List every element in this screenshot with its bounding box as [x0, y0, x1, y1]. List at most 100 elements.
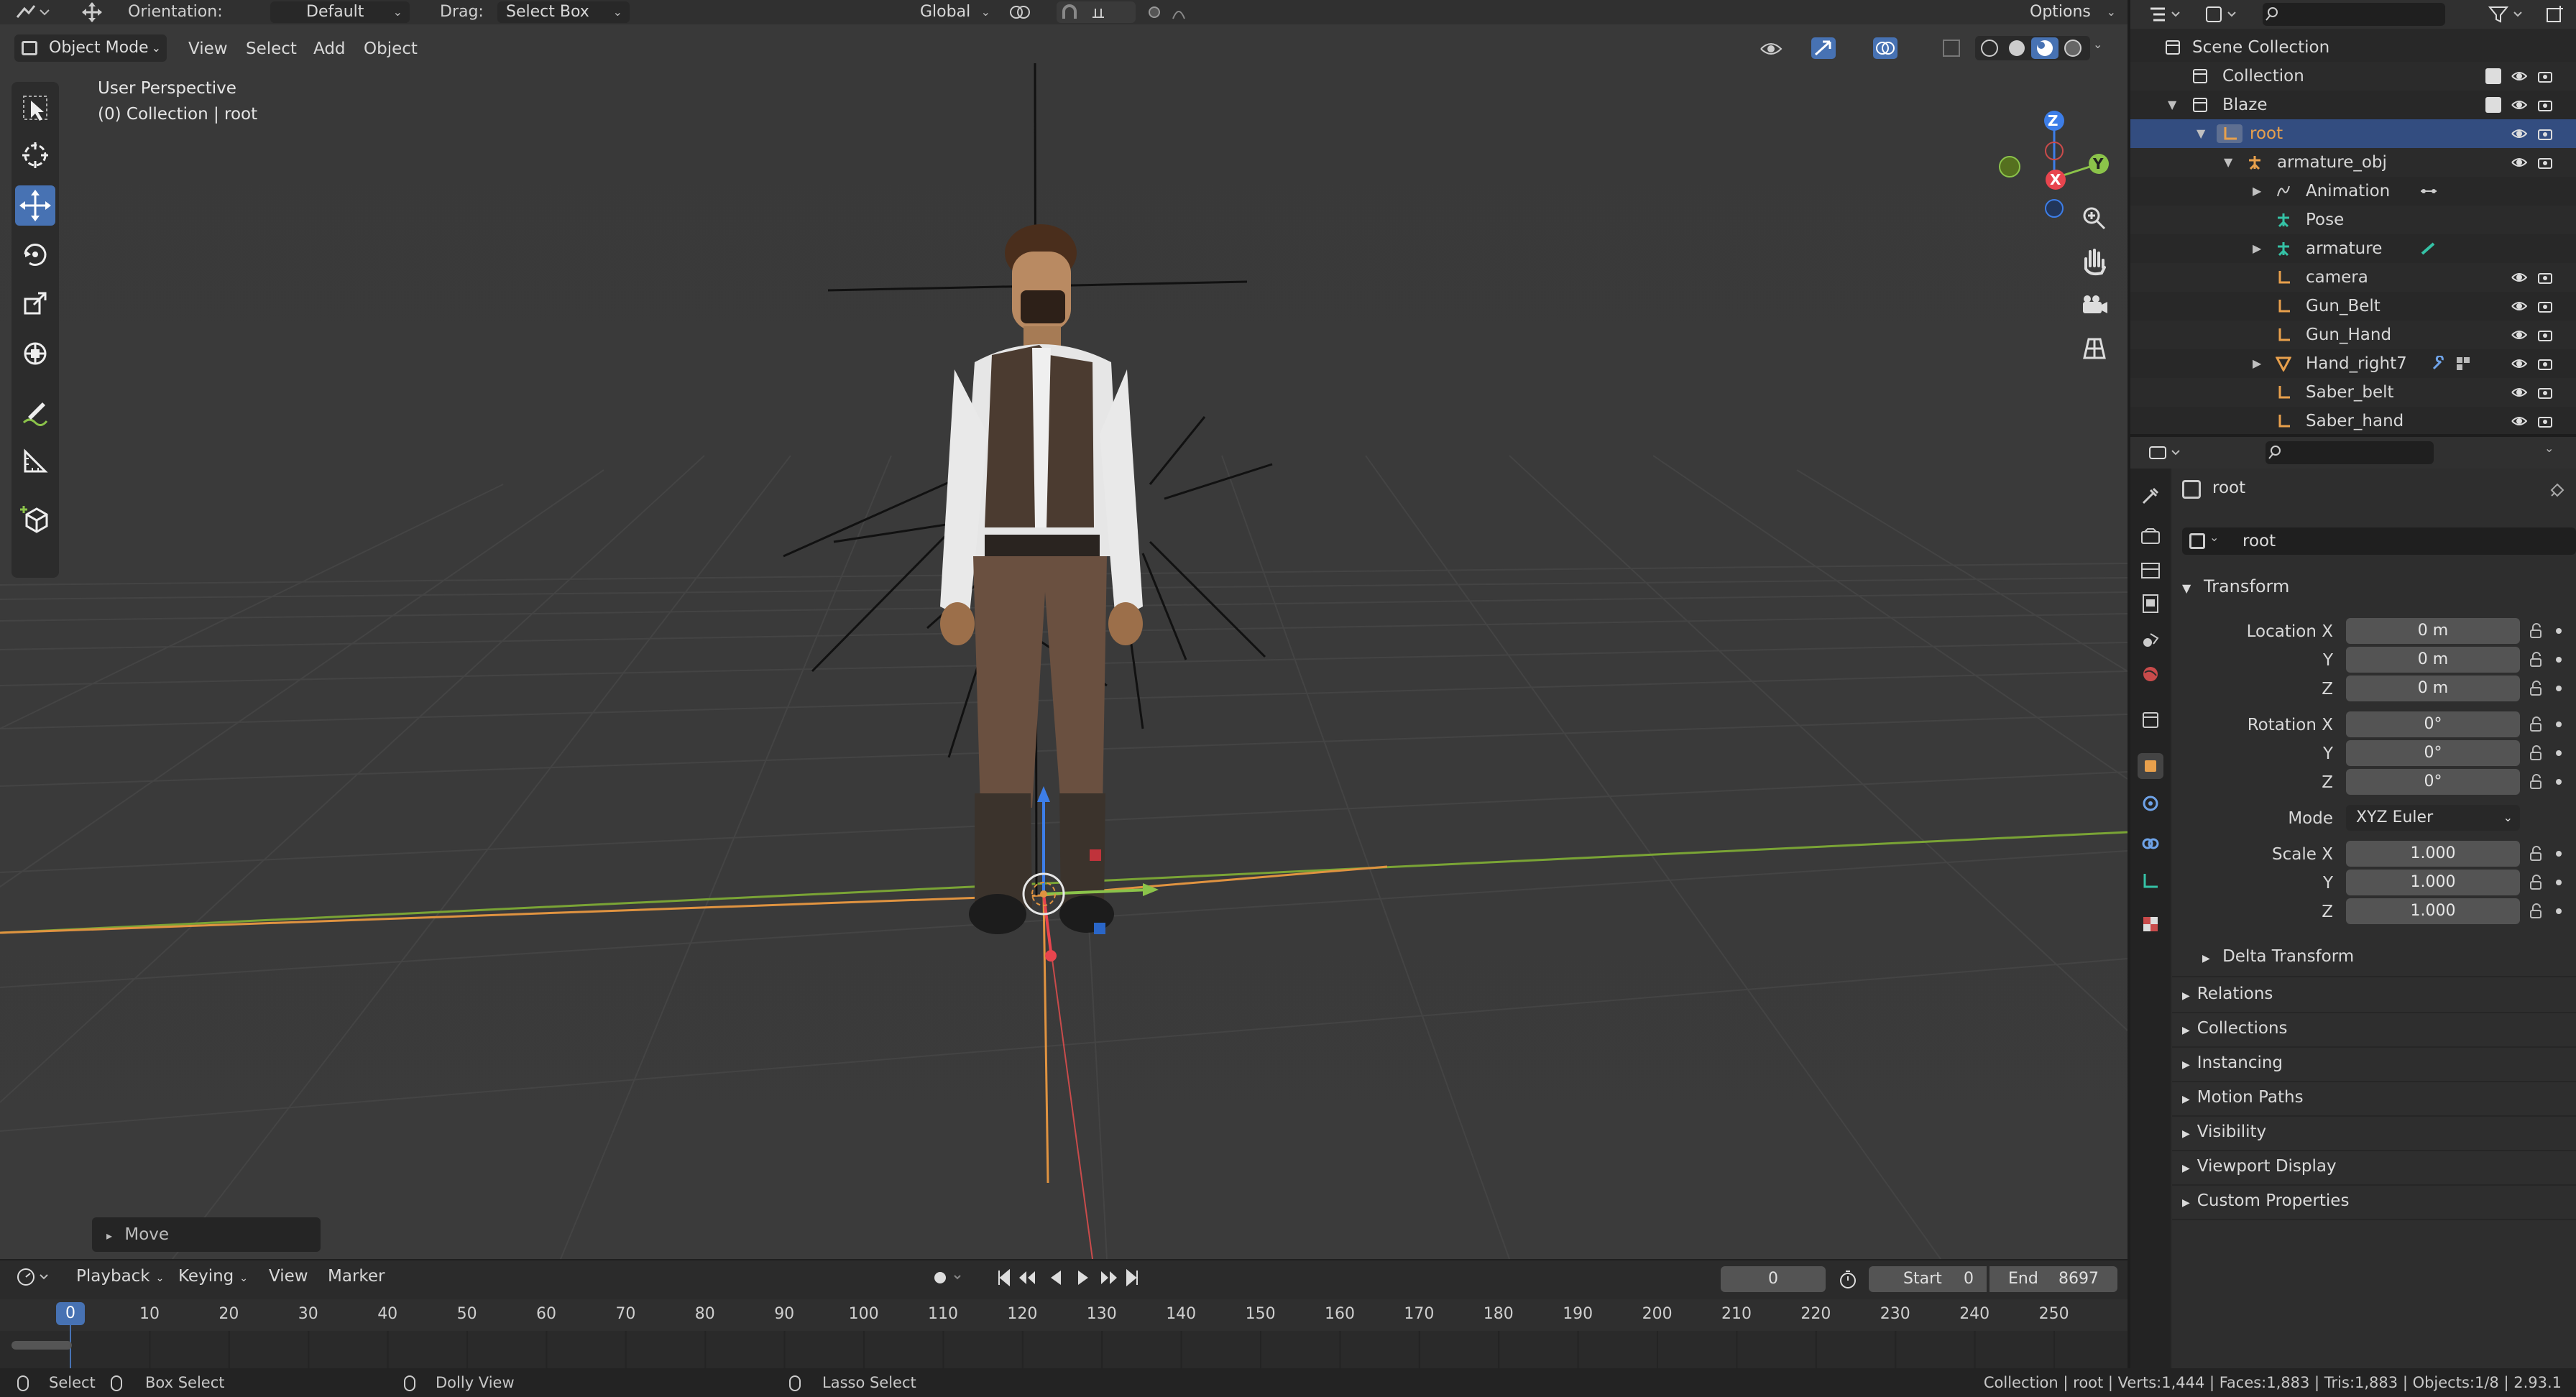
view-layer-tab-icon[interactable]	[2138, 591, 2163, 617]
rotation-mode-dropdown[interactable]: XYZ Euler ⌄	[2346, 805, 2520, 831]
keyframe-dot-icon[interactable]	[2556, 721, 2562, 727]
annotate-tool[interactable]	[15, 392, 55, 433]
render-camera-icon[interactable]	[2537, 68, 2553, 84]
select-box-tool[interactable]	[15, 88, 55, 128]
timeline-scrollbar[interactable]	[12, 1341, 72, 1350]
section-header-custom-properties[interactable]: ▶ Custom Properties	[2182, 1191, 2349, 1210]
keyframe-dot-icon[interactable]	[2556, 657, 2562, 663]
rotation-z-field[interactable]: 0°	[2346, 769, 2520, 795]
checkbox-icon[interactable]	[2485, 68, 2501, 84]
lock-icon[interactable]	[2529, 744, 2546, 762]
eye-icon[interactable]	[2511, 126, 2527, 142]
visibility-icon[interactable]	[1758, 37, 1798, 60]
timeline-view-menu[interactable]: View	[269, 1260, 308, 1292]
transform-panel-header[interactable]: ▼ Transform	[2182, 576, 2289, 596]
playback-menu[interactable]: Playback ⌄	[76, 1260, 164, 1294]
outliner-row-gun-belt[interactable]: Gun_Belt	[2130, 292, 2576, 321]
keyframe-dot-icon[interactable]	[2556, 880, 2562, 885]
scale-tool[interactable]	[15, 283, 55, 323]
eye-icon[interactable]	[2511, 269, 2527, 285]
measure-tool[interactable]	[15, 441, 55, 481]
filter-icon[interactable]	[2485, 3, 2529, 26]
section-header-motion-paths[interactable]: ▶ Motion Paths	[2182, 1088, 2304, 1107]
move-tool[interactable]	[15, 185, 55, 226]
object-mode-dropdown[interactable]: Object Mode ⌄	[14, 34, 167, 62]
datablock-selector[interactable]: ⌄ root	[2182, 527, 2576, 555]
keying-menu[interactable]: Keying ⌄	[178, 1260, 248, 1294]
outliner-row-animation[interactable]: ▶ Animation	[2130, 177, 2576, 206]
location-x-field[interactable]: 0 m	[2346, 618, 2520, 644]
eye-icon[interactable]	[2511, 413, 2527, 429]
outliner-row-gun-hand[interactable]: Gun_Hand	[2130, 321, 2576, 349]
outliner-editor-type-icon[interactable]	[2148, 3, 2188, 26]
render-camera-icon[interactable]	[2537, 356, 2553, 372]
timeline-editor-type-icon[interactable]	[16, 1266, 56, 1288]
orientation-dropdown[interactable]: Default ⌄	[270, 1, 410, 23]
object-menu[interactable]: Object	[364, 24, 418, 73]
properties-search-input[interactable]	[2266, 441, 2434, 464]
render-camera-icon[interactable]	[2537, 413, 2553, 429]
zoom-icon[interactable]	[2073, 197, 2115, 239]
eye-icon[interactable]	[2511, 356, 2527, 372]
collection-tab-icon[interactable]	[2138, 707, 2163, 733]
checkbox-icon[interactable]	[2485, 97, 2501, 113]
section-header-collections[interactable]: ▶ Collections	[2182, 1019, 2288, 1038]
camera-view-icon[interactable]	[2073, 285, 2115, 326]
outliner-search-input[interactable]	[2263, 3, 2445, 26]
expand-arrow-icon[interactable]: ▼	[2224, 148, 2232, 177]
keyframe-dot-icon[interactable]	[2556, 628, 2562, 634]
start-frame-field[interactable]: Start 0	[1869, 1266, 1987, 1292]
properties-editor-type-icon[interactable]	[2148, 441, 2188, 464]
section-header-relations[interactable]: ▶ Relations	[2182, 985, 2273, 1003]
location-y-field[interactable]: 0 m	[2346, 647, 2520, 673]
marker-menu[interactable]: Marker	[328, 1260, 385, 1292]
drag-dropdown[interactable]: Select Box ⌄	[497, 1, 630, 23]
lock-icon[interactable]	[2529, 845, 2546, 862]
render-camera-icon[interactable]	[2537, 327, 2553, 343]
lock-icon[interactable]	[2529, 651, 2546, 668]
3d-viewport[interactable]: Object Mode ⌄ View Select Add Object ⌄ U…	[0, 24, 2128, 1259]
keyframe-dot-icon[interactable]	[2556, 851, 2562, 857]
outliner-row-saber-hand[interactable]: Saber_hand	[2130, 407, 2576, 435]
current-frame-field[interactable]: 0	[1721, 1266, 1826, 1292]
outliner-row-armature[interactable]: ▶ armature	[2130, 234, 2576, 263]
eye-icon[interactable]	[2511, 384, 2527, 400]
pivot-icon[interactable]	[1006, 3, 1046, 22]
snap-icon[interactable]	[1057, 1, 1136, 23]
options-dropdown[interactable]: Options ⌄	[2021, 1, 2123, 23]
xray-icon[interactable]	[1941, 37, 1962, 59]
lock-icon[interactable]	[2529, 622, 2546, 640]
keyframe-dot-icon[interactable]	[2556, 908, 2562, 914]
display-mode-icon[interactable]	[2204, 3, 2244, 26]
rotate-tool[interactable]	[15, 234, 55, 275]
expand-arrow-icon[interactable]: ▶	[2253, 177, 2261, 206]
gizmo-toggle-icon[interactable]	[1810, 36, 1860, 60]
render-camera-icon[interactable]	[2537, 298, 2553, 314]
render-camera-icon[interactable]	[2537, 97, 2553, 113]
new-collection-icon[interactable]	[2544, 4, 2566, 26]
scale-z-field[interactable]: 1.000	[2346, 898, 2520, 924]
render-camera-icon[interactable]	[2537, 384, 2553, 400]
select-menu[interactable]: Select	[246, 24, 297, 73]
expand-arrow-icon[interactable]: ▶	[2253, 234, 2261, 263]
lock-icon[interactable]	[2529, 716, 2546, 733]
add-menu[interactable]: Add	[313, 24, 346, 73]
rotation-x-field[interactable]: 0°	[2346, 711, 2520, 737]
eye-icon[interactable]	[2511, 327, 2527, 343]
lock-icon[interactable]	[2529, 680, 2546, 697]
outliner-row-root[interactable]: ▼ root	[2130, 119, 2576, 148]
keyframe-dot-icon[interactable]	[2556, 686, 2562, 691]
view-menu[interactable]: View	[188, 24, 228, 73]
end-frame-field[interactable]: End 8697	[1990, 1266, 2117, 1292]
auto-keying-icon[interactable]	[927, 1266, 970, 1289]
outliner-row-saber-belt[interactable]: Saber_belt	[2130, 378, 2576, 407]
lock-icon[interactable]	[2529, 773, 2546, 790]
frame-ruler[interactable]: 10 20 30 40 50 60 70 80 90 100 110 120 130 140 150 160 1…	[0, 1299, 2128, 1331]
transform-space-dropdown[interactable]: Global ⌄	[883, 1, 998, 23]
outliner-row-scene-collection[interactable]: Scene Collection	[2130, 33, 2576, 62]
render-camera-icon[interactable]	[2537, 126, 2553, 142]
keyframe-dot-icon[interactable]	[2556, 750, 2562, 756]
chevron-down-icon[interactable]: ⌄	[2093, 37, 2102, 51]
delta-transform-header[interactable]: ▶ Delta Transform	[2202, 947, 2354, 966]
outliner-row-hand-right7[interactable]: ▶ Hand_right7	[2130, 349, 2576, 378]
